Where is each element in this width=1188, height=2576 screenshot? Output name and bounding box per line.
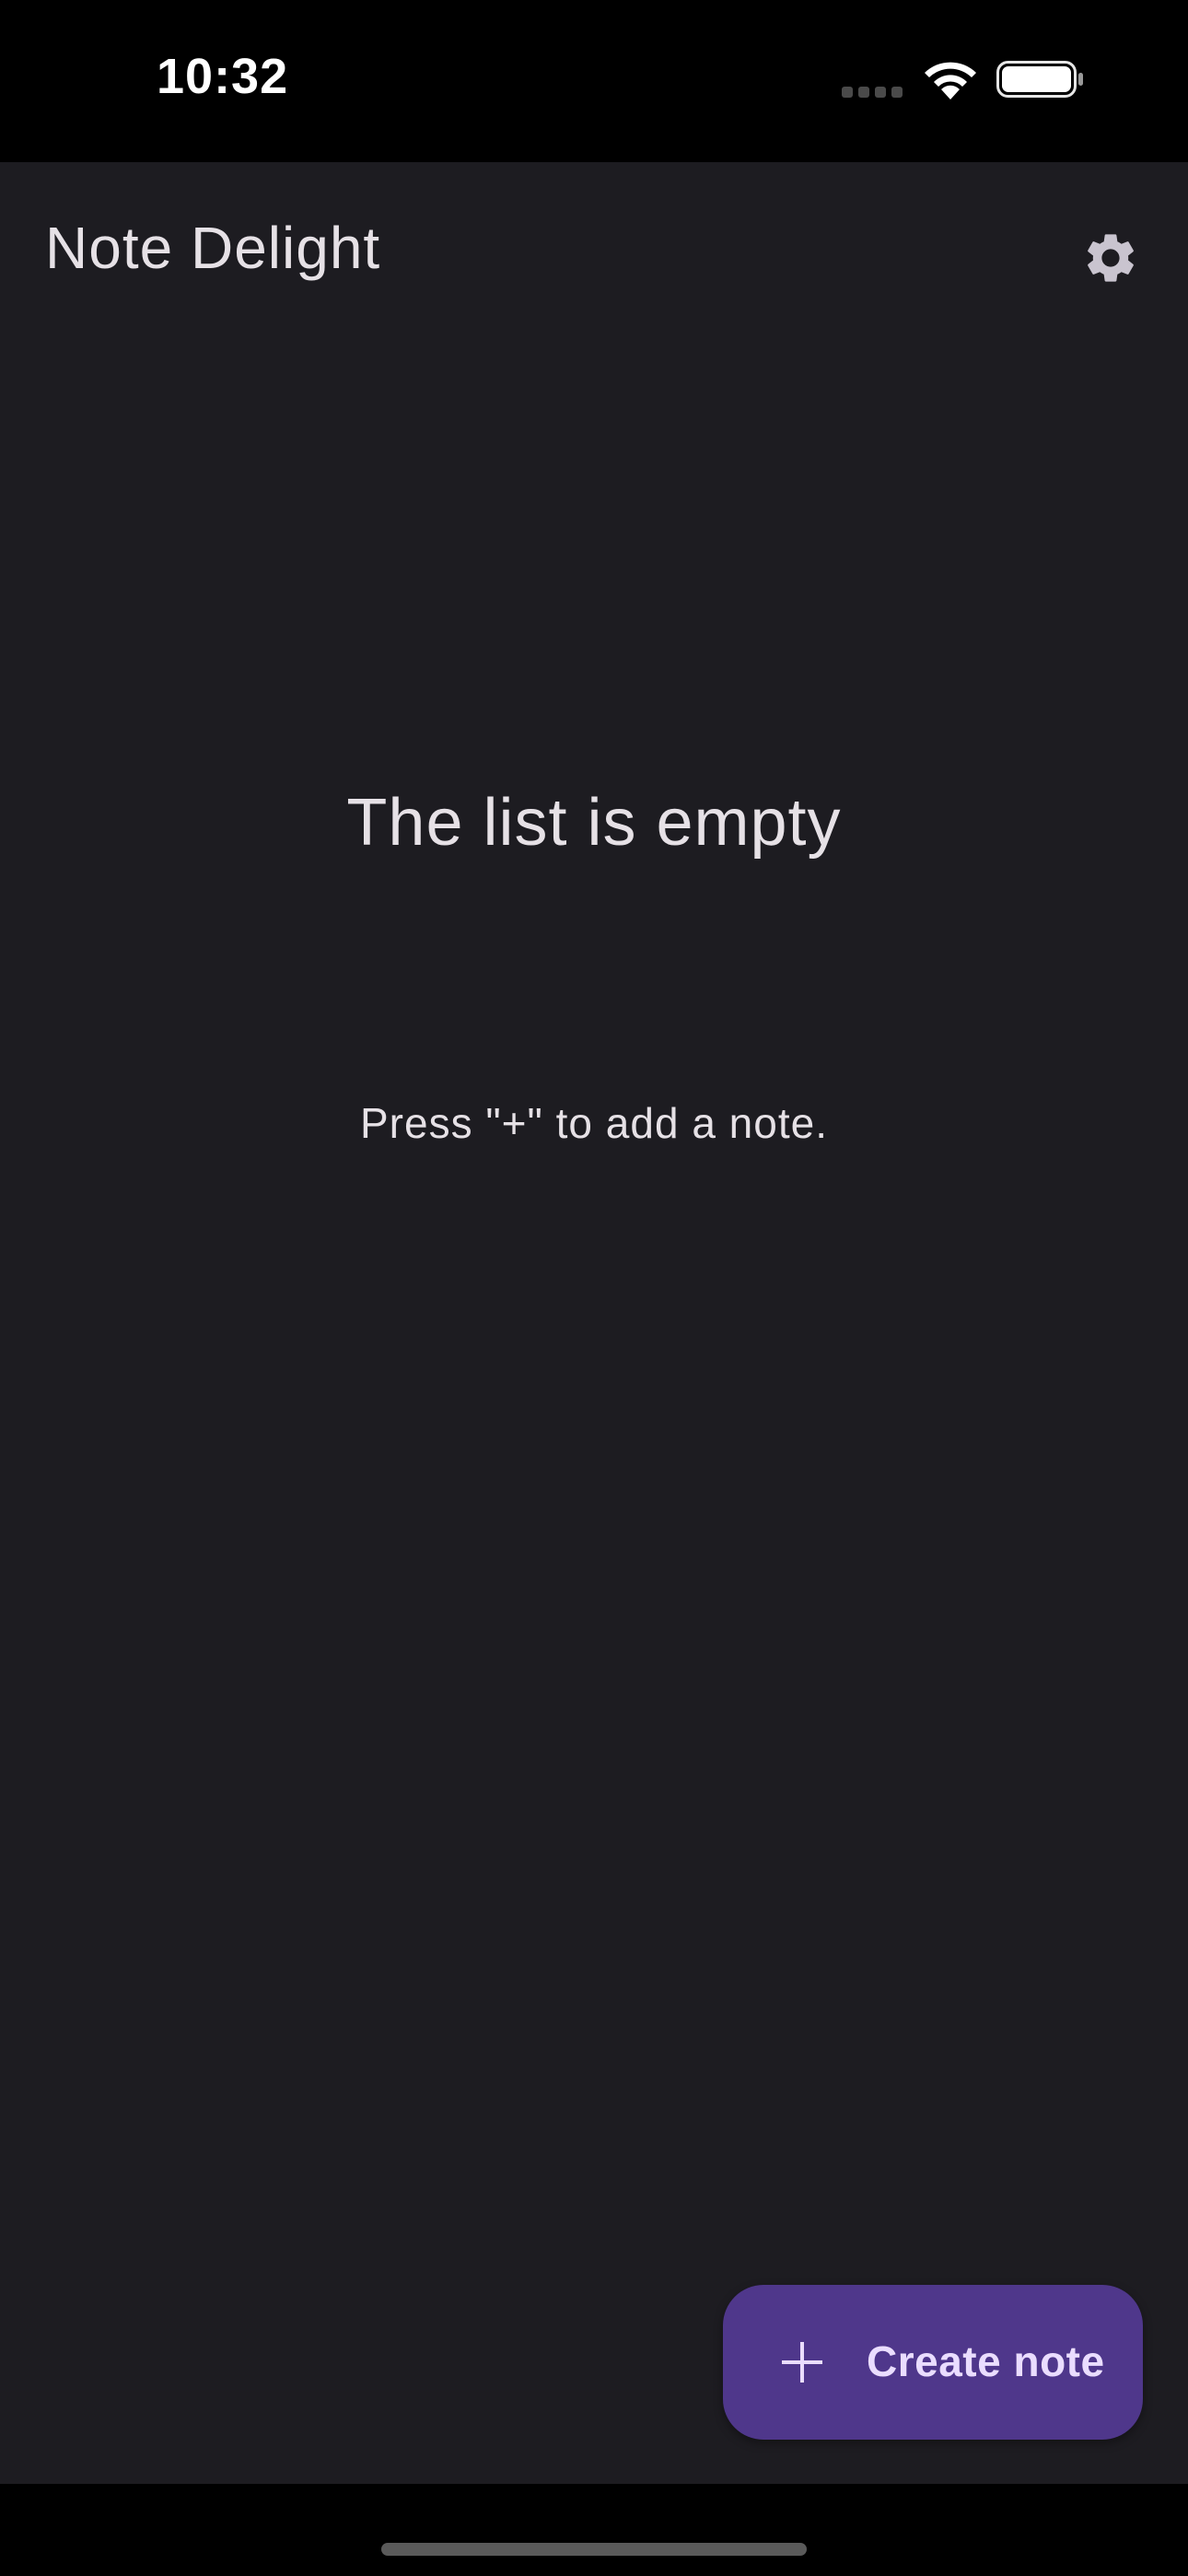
app-bar: Note Delight bbox=[0, 162, 1188, 343]
wifi-icon bbox=[925, 62, 976, 100]
create-note-button[interactable]: Create note bbox=[723, 2285, 1143, 2440]
status-time: 10:32 bbox=[157, 49, 289, 104]
phone-screen: 10:32 Note Delight The list is empty Pre… bbox=[0, 0, 1188, 2576]
status-bar: 10:32 bbox=[0, 0, 1188, 162]
empty-list-title: The list is empty bbox=[346, 786, 842, 860]
battery-icon bbox=[996, 61, 1083, 98]
home-indicator-area bbox=[0, 2484, 1188, 2576]
notes-main-screen: Note Delight The list is empty Press "+"… bbox=[0, 162, 1188, 2484]
settings-button[interactable] bbox=[1070, 217, 1151, 299]
empty-list-hint: Press "+" to add a note. bbox=[359, 1099, 828, 1147]
home-indicator[interactable] bbox=[381, 2543, 807, 2556]
plus-icon bbox=[782, 2342, 822, 2383]
cellular-signal-icon bbox=[842, 87, 904, 98]
app-title: Note Delight bbox=[45, 215, 381, 281]
create-note-label: Create note bbox=[867, 2337, 1105, 2385]
gear-icon bbox=[1088, 234, 1134, 282]
